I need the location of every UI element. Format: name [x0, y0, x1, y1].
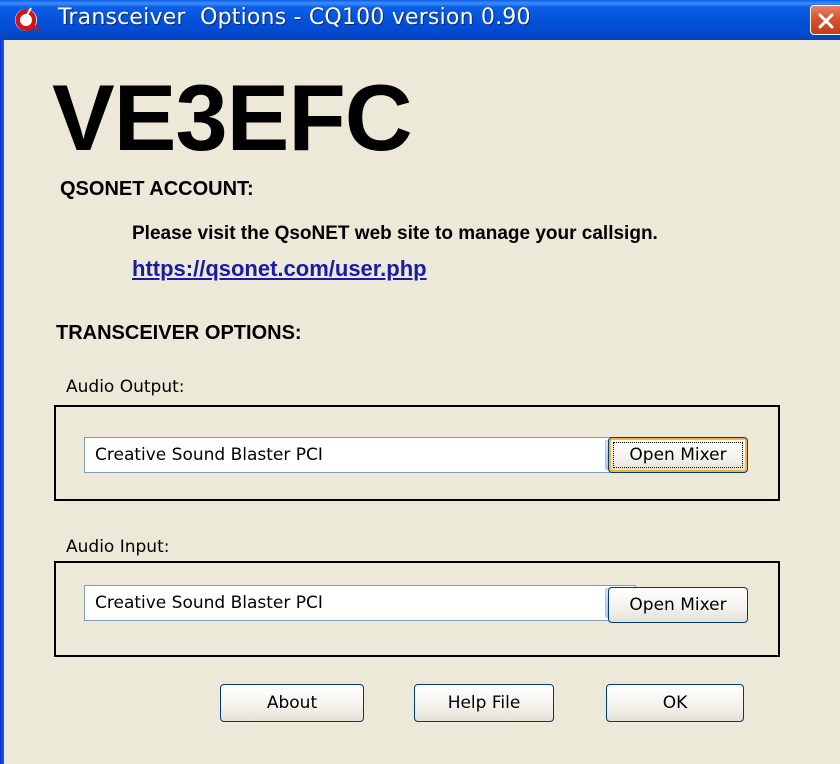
open-input-mixer-button[interactable]: Open Mixer: [608, 587, 748, 623]
transceiver-options-heading: TRANSCEIVER OPTIONS:: [56, 322, 302, 344]
focus-rectangle: [613, 442, 743, 468]
qsonet-user-link[interactable]: https://qsonet.com/user.php: [132, 256, 427, 282]
audio-input-value: Creative Sound Blaster PCI: [95, 593, 323, 613]
help-file-button[interactable]: Help File: [414, 684, 554, 722]
qsonet-message: Please visit the QsoNET web site to mana…: [132, 223, 658, 244]
audio-input-select[interactable]: Creative Sound Blaster PCI: [84, 585, 636, 621]
close-icon: [818, 13, 834, 29]
audio-output-group: Creative Sound Blaster PCI Open Mixer: [54, 405, 780, 501]
close-button[interactable]: [810, 5, 840, 35]
audio-output-label: Audio Output:: [66, 377, 185, 397]
window-frame-left: [0, 40, 4, 764]
window-title: Transceiver Options - CQ100 version 0.90: [58, 5, 531, 30]
cq100-app-icon: [12, 6, 40, 34]
qsonet-account-heading: QSONET ACCOUNT:: [60, 178, 254, 200]
open-output-mixer-button[interactable]: Open Mixer: [608, 437, 748, 473]
open-input-mixer-label: Open Mixer: [629, 595, 727, 615]
audio-input-label: Audio Input:: [66, 537, 170, 557]
audio-input-group: Creative Sound Blaster PCI Open Mixer: [54, 561, 780, 657]
title-bar[interactable]: Transceiver Options - CQ100 version 0.90: [0, 0, 840, 40]
audio-output-select[interactable]: Creative Sound Blaster PCI: [84, 437, 636, 473]
ok-button[interactable]: OK: [606, 684, 744, 722]
about-button[interactable]: About: [220, 684, 364, 722]
audio-output-value: Creative Sound Blaster PCI: [95, 445, 323, 465]
options-dialog: Transceiver Options - CQ100 version 0.90…: [0, 0, 840, 764]
callsign-heading: VE3EFC: [52, 65, 413, 170]
